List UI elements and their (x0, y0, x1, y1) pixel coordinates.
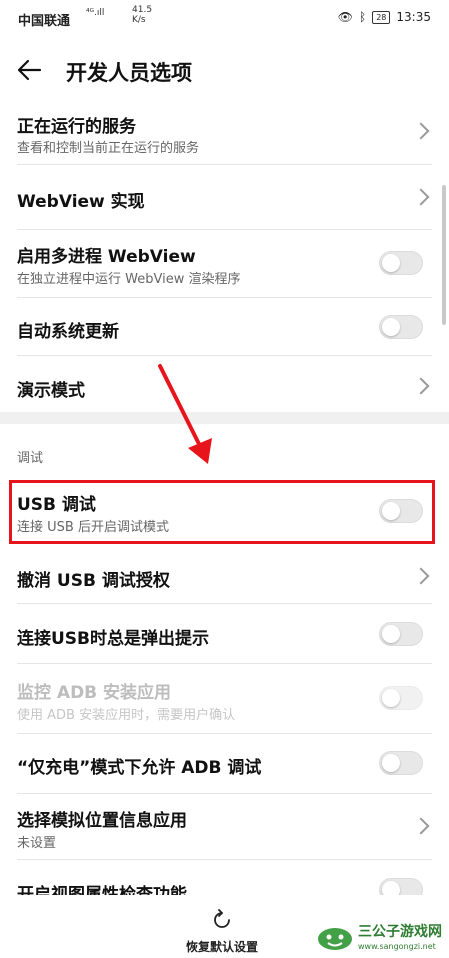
page-title: 开发人员选项 (66, 61, 192, 85)
section-header-debug: 调试 (17, 451, 44, 466)
list-item-mock-location-app[interactable]: 选择模拟位置信息应用 未设置 (0, 794, 449, 860)
chevron-right-icon (412, 122, 430, 140)
list-item-webview-impl[interactable]: WebView 实现 (0, 165, 449, 230)
app-header: 开发人员选项 (0, 52, 449, 92)
row-title: 选择模拟位置信息应用 (17, 811, 187, 831)
watermark-logo-icon (318, 928, 352, 950)
row-subtitle: 查看和控制当前正在运行的服务 (17, 141, 200, 156)
watermark: 三公子游戏网 www.sangongzi.net (314, 918, 447, 956)
watermark-url: www.sangongzi.net (358, 942, 436, 951)
status-bar: 中国联通 ⁴ᴳ.ıll 41.5 K/s 👁 ᛒ 28 13:35 (0, 0, 449, 40)
row-subtitle: 在独立进程中运行 WebView 渲染程序 (17, 272, 241, 287)
carrier-name: 中国联通 (18, 14, 71, 29)
list-item-auto-system-update[interactable]: 自动系统更新 (0, 298, 449, 356)
row-title: 撤消 USB 调试授权 (17, 571, 170, 591)
row-subtitle: 未设置 (17, 836, 57, 851)
toggle-switch[interactable] (379, 251, 423, 275)
status-time: 13:35 (396, 10, 431, 24)
row-title: 连接USB时总是弹出提示 (17, 629, 210, 649)
list-item-monitor-adb-install: 监控 ADB 安装应用 使用 ADB 安装应用时，需要用户确认 (0, 664, 449, 734)
status-right: 👁 ᛒ 28 13:35 (338, 10, 431, 24)
chevron-right-icon (412, 188, 430, 206)
reset-defaults-button[interactable]: 恢复默认设置 (186, 938, 258, 955)
chevron-right-icon (412, 567, 430, 585)
list-item-multiprocess-webview[interactable]: 启用多进程 WebView 在独立进程中运行 WebView 渲染程序 (0, 230, 449, 298)
row-title: “仅充电”模式下允许 ADB 调试 (17, 758, 262, 778)
list-item-charge-only-adb[interactable]: “仅充电”模式下允许 ADB 调试 (0, 734, 449, 794)
list-item-running-services[interactable]: 正在运行的服务 查看和控制当前正在运行的服务 (0, 100, 449, 165)
list-item-revoke-usb-auth[interactable]: 撤消 USB 调试授权 (0, 548, 449, 604)
eye-icon: 👁 (337, 10, 354, 24)
row-title: 监控 ADB 安装应用 (17, 683, 172, 703)
scrollbar[interactable] (442, 185, 446, 325)
row-title: WebView 实现 (17, 192, 145, 212)
back-arrow-icon[interactable] (14, 54, 46, 86)
reset-icon[interactable] (210, 908, 234, 932)
list-item-demo-mode[interactable]: 演示模式 (0, 356, 449, 412)
row-subtitle: 使用 ADB 安装应用时，需要用户确认 (17, 708, 236, 723)
list-item-usb-popup[interactable]: 连接USB时总是弹出提示 (0, 604, 449, 664)
speed-value: 41.5 (132, 5, 153, 15)
battery-icon: 28 (372, 10, 391, 24)
speed-unit: K/s (132, 15, 146, 25)
toggle-switch[interactable] (379, 622, 423, 646)
row-title: 正在运行的服务 (17, 117, 136, 137)
annotation-arrow (158, 364, 212, 464)
chevron-right-icon (412, 817, 430, 835)
toggle-switch[interactable] (379, 315, 423, 339)
highlight-box (9, 480, 435, 544)
row-title: 演示模式 (17, 381, 85, 401)
row-title: 自动系统更新 (17, 322, 119, 342)
network-speed: 41.5 K/s (132, 5, 152, 25)
chevron-right-icon (412, 377, 430, 395)
list-item-view-attribute-inspection[interactable]: 开启视图属性检查功能 (0, 860, 449, 905)
signal-icon: ⁴ᴳ.ıll (86, 8, 105, 18)
bluetooth-icon: ᛒ (359, 10, 367, 24)
watermark-name: 三公子游戏网 (358, 924, 442, 940)
row-title: 启用多进程 WebView (17, 247, 196, 267)
section-separator (0, 412, 449, 424)
toggle-switch (379, 686, 423, 710)
toggle-switch[interactable] (379, 751, 423, 775)
